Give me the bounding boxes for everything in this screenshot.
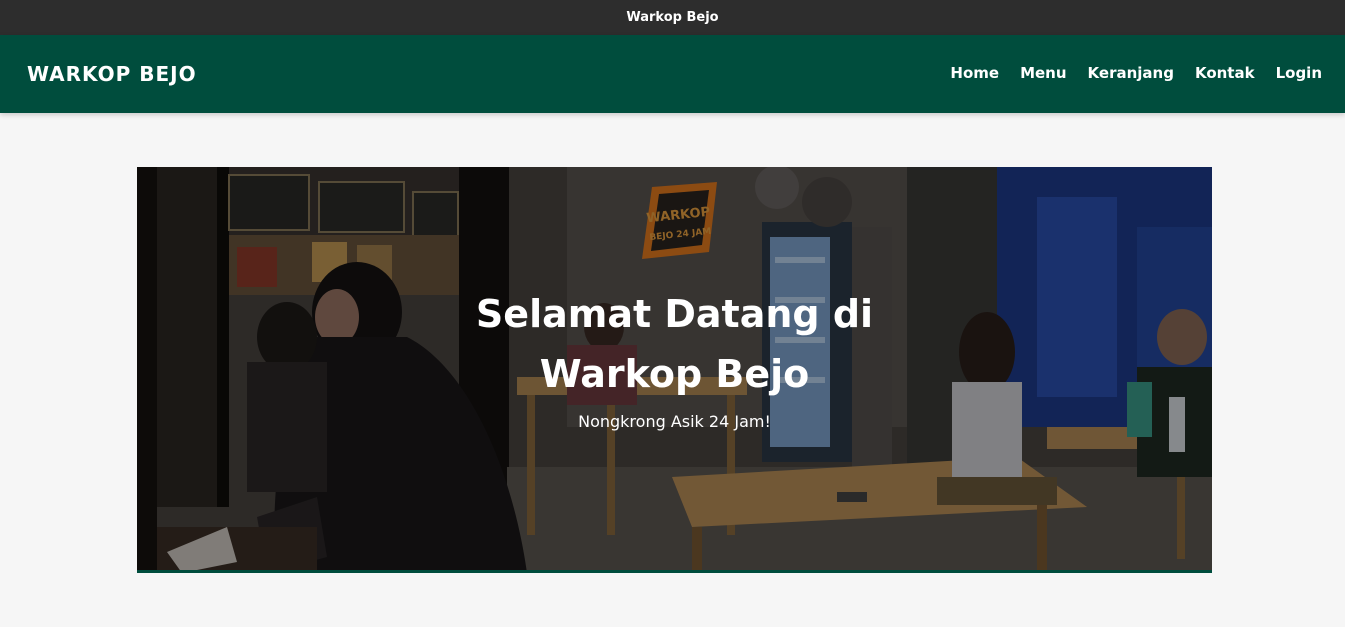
brand-logo[interactable]: WARKOP BEJO xyxy=(27,62,197,86)
navbar: WARKOP BEJO Home Menu Keranjang Kontak L… xyxy=(0,35,1345,113)
hero-title: Selamat Datang di Warkop Bejo xyxy=(475,292,874,396)
main-nav: Home Menu Keranjang Kontak Login xyxy=(950,64,1322,82)
nav-home[interactable]: Home xyxy=(950,64,999,82)
hero-subtitle: Nongkrong Asik 24 Jam! xyxy=(578,412,771,431)
nav-kontak[interactable]: Kontak xyxy=(1195,64,1255,82)
window-title: Warkop Bejo xyxy=(626,10,719,25)
hero-banner: WARKOP BEJO 24 JAM Selamat Datang di Wark… xyxy=(137,167,1212,573)
hero-content: Selamat Datang di Warkop Bejo Nongkrong … xyxy=(137,167,1212,570)
nav-menu[interactable]: Menu xyxy=(1020,64,1066,82)
window-title-bar: Warkop Bejo xyxy=(0,0,1345,35)
nav-keranjang[interactable]: Keranjang xyxy=(1088,64,1174,82)
nav-login[interactable]: Login xyxy=(1276,64,1322,82)
